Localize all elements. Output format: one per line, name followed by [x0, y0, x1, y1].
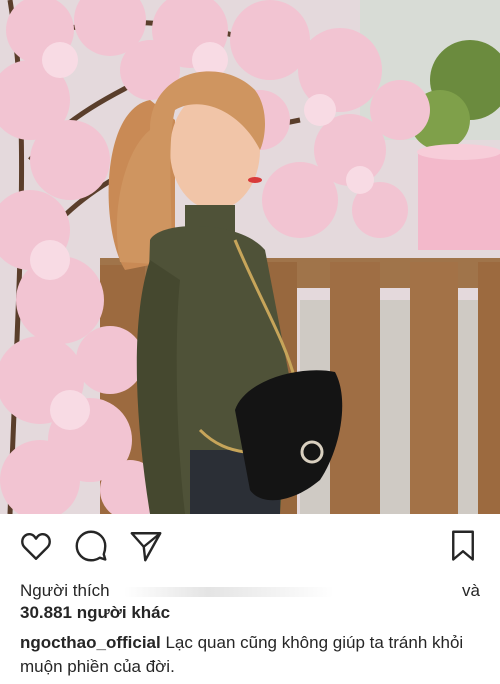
liked-by-and: và — [462, 581, 480, 600]
blurred-username — [123, 586, 334, 597]
bookmark-icon[interactable] — [445, 528, 481, 564]
liked-by-prefix: Người thích — [20, 581, 110, 600]
likes-summary: Người thích và 30.881 người khác — [20, 580, 480, 624]
post-photo[interactable] — [0, 0, 500, 514]
comment-bubble-icon[interactable] — [73, 528, 109, 564]
send-paper-plane-icon[interactable] — [128, 528, 164, 564]
likes-count-link[interactable]: 30.881 người khác — [20, 602, 480, 624]
photo-illustration — [0, 0, 500, 514]
post-action-bar — [0, 514, 500, 576]
caption-username[interactable]: ngocthao_official — [20, 633, 161, 652]
pink-barrel — [418, 150, 500, 250]
heart-icon[interactable] — [18, 528, 54, 564]
post-caption: ngocthao_official Lạc quan cũng không gi… — [20, 631, 482, 679]
